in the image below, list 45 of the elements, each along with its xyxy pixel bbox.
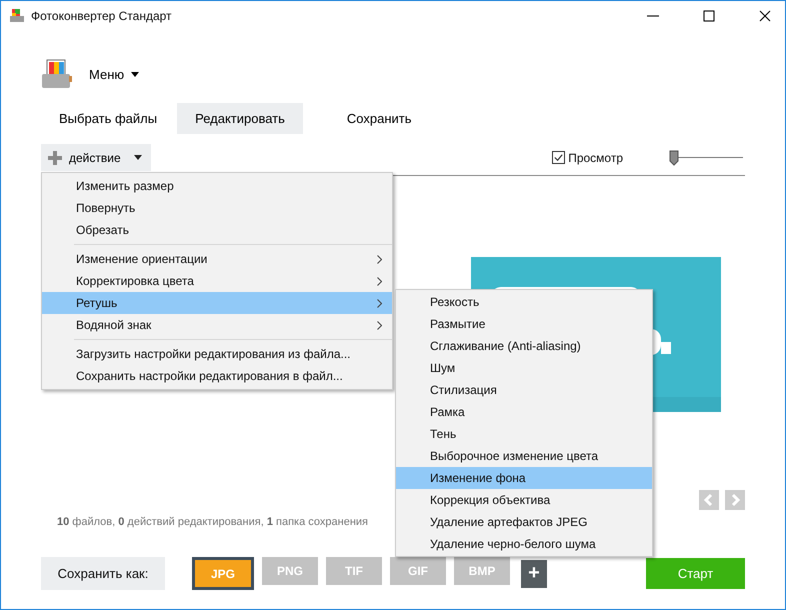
status-text: 10 файлов, 0 действий редактирования, 1 папка сохранения: [57, 516, 368, 528]
zoom-slider[interactable]: [667, 150, 743, 166]
menu-item[interactable]: Удаление артефактов JPEG: [396, 511, 652, 533]
menu-item[interactable]: Рамка: [396, 401, 652, 423]
menu-item[interactable]: Шум: [396, 357, 652, 379]
tab[interactable]: Сохранить: [330, 103, 428, 134]
menu-item[interactable]: Водяной знак: [42, 314, 392, 336]
action-button[interactable]: действие: [41, 144, 151, 171]
menu-button[interactable]: Меню: [89, 66, 140, 82]
chevron-right-icon: [377, 254, 382, 264]
checkbox[interactable]: [552, 151, 566, 164]
checkbox-label[interactable]: Просмотр: [568, 150, 623, 164]
slider-thumb[interactable]: [668, 150, 679, 166]
menu-item[interactable]: Размытие: [396, 313, 652, 335]
menu-item[interactable]: Выборочное изменение цвета: [396, 445, 652, 467]
menu-item[interactable]: Сглаживание (Anti-aliasing): [396, 335, 652, 357]
printer-icon[interactable]: [41, 58, 73, 90]
window-title: Фотоконвертер Стандарт: [31, 9, 172, 23]
menu-item[interactable]: Корректировка цвета: [42, 270, 392, 292]
menu-item[interactable]: Изменение ориентации: [42, 248, 392, 270]
menu-item[interactable]: Изменить размер: [42, 175, 392, 197]
menu-item[interactable]: Обрезать: [42, 219, 392, 241]
caret-icon: [131, 72, 140, 76]
menu-item[interactable]: Ретушь: [42, 292, 392, 314]
chevron-right-icon: [377, 320, 382, 330]
close-icon[interactable]: [759, 10, 771, 22]
tab[interactable]: Выбрать файлы: [43, 103, 174, 134]
add-format-button[interactable]: +: [521, 560, 547, 588]
maximize-icon[interactable]: [703, 10, 715, 22]
chevron-right-icon: [377, 298, 382, 308]
menu-item[interactable]: Удаление черно-белого шума: [396, 533, 652, 555]
menu-item[interactable]: Повернуть: [42, 197, 392, 219]
menu-item[interactable]: Загрузить настройки редактирования из файла...: [42, 343, 392, 365]
menu-item[interactable]: Коррекция объектива: [396, 489, 652, 511]
printer-icon: [9, 8, 25, 24]
caret-icon: [134, 155, 142, 160]
tab[interactable]: Редактировать: [177, 103, 303, 134]
menu-item[interactable]: Изменение фона: [396, 467, 652, 489]
plus-icon: [48, 150, 62, 164]
menu-item[interactable]: Сохранить настройки редактирования в файл...: [42, 365, 392, 387]
save-as-label: Сохранить как:: [41, 557, 165, 590]
menu-item[interactable]: Тень: [396, 423, 652, 445]
chevron-right-icon: [377, 276, 382, 286]
menu-item[interactable]: Резкость: [396, 291, 652, 313]
menu-item[interactable]: Стилизация: [396, 379, 652, 401]
